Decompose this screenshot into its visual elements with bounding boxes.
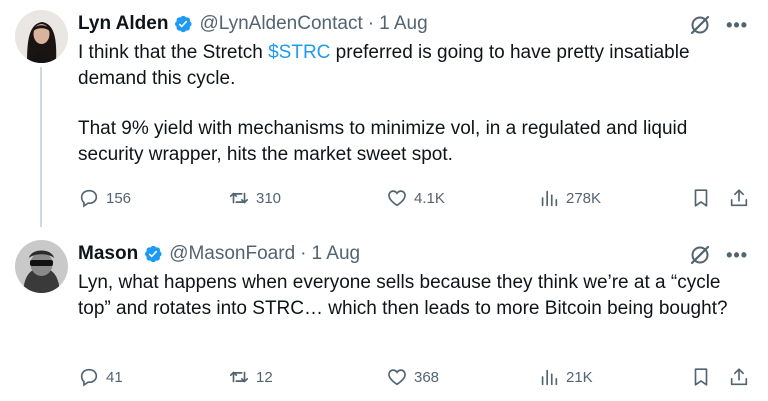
tweet-paragraph-1: I think that the Stretch $STRC preferred… <box>78 40 750 92</box>
bookmark-icon <box>694 189 708 207</box>
like-count: 4.1K <box>414 189 445 207</box>
author-handle[interactable]: @LynAldenContact <box>199 13 362 35</box>
retweet-button[interactable]: 310 <box>228 187 281 209</box>
tweet-top-icons: ••• <box>688 13 748 37</box>
bookmark-button[interactable] <box>690 366 712 388</box>
share-icon <box>730 189 748 207</box>
retweet-button[interactable]: 12 <box>228 366 273 388</box>
views-button[interactable]: 21K <box>538 366 593 388</box>
reply-icon <box>80 368 98 387</box>
bookmark-icon <box>694 368 708 386</box>
share-button[interactable] <box>728 187 750 209</box>
share-icon <box>730 368 748 386</box>
author-name[interactable]: Mason <box>78 243 138 265</box>
reply-count: 41 <box>106 368 123 386</box>
retweet-icon <box>229 371 249 383</box>
separator-dot: · <box>300 243 307 264</box>
tweet-text: Lyn, what happens when everyone sells be… <box>78 272 728 319</box>
separator-dot: · <box>367 13 375 34</box>
avatar-lyn-alden[interactable] <box>15 10 68 63</box>
like-icon <box>388 369 406 386</box>
grok-icon[interactable] <box>688 243 712 267</box>
tweet-header: Lyn Alden @LynAldenContact · 1 Aug <box>78 10 428 38</box>
retweet-count: 12 <box>256 368 273 386</box>
author-name[interactable]: Lyn Alden <box>78 13 168 35</box>
action-bar: 156 310 4.1K 278K <box>78 187 754 213</box>
retweet-count: 310 <box>256 189 282 207</box>
action-bar: 41 12 368 21K <box>78 366 754 392</box>
views-icon <box>541 190 558 207</box>
more-icon[interactable]: ••• <box>726 15 748 35</box>
share-button[interactable] <box>728 366 750 388</box>
avatar-mason[interactable] <box>15 240 68 293</box>
cashtag-link[interactable]: $STRC <box>268 42 330 63</box>
grok-icon[interactable] <box>688 13 712 37</box>
tweet-text: I think that the Stretch $STRC preferred… <box>78 40 750 168</box>
like-button[interactable]: 4.1K <box>386 187 445 209</box>
view-count: 278K <box>566 189 602 207</box>
tweet-lyn-alden[interactable]: Lyn Alden @LynAldenContact · 1 Aug ••• I… <box>0 0 768 230</box>
reply-count: 156 <box>106 189 132 207</box>
tweet-date[interactable]: 1 Aug <box>311 243 360 265</box>
like-count: 368 <box>414 368 440 386</box>
author-handle[interactable]: @MasonFoard <box>169 243 295 265</box>
view-count: 21K <box>566 368 593 386</box>
thread-line <box>40 67 42 227</box>
verified-badge-icon <box>145 245 162 263</box>
reply-button[interactable]: 156 <box>78 187 131 209</box>
text-segment: I think that the Stretch <box>78 42 269 63</box>
views-button[interactable]: 278K <box>538 187 601 209</box>
verified-badge-icon <box>175 15 192 33</box>
tweet-mason[interactable]: Mason @MasonFoard · 1 Aug ••• Lyn, what … <box>0 230 768 401</box>
like-button[interactable]: 368 <box>386 366 439 388</box>
more-icon[interactable]: ••• <box>726 245 748 265</box>
reply-button[interactable]: 41 <box>78 366 123 388</box>
like-icon <box>388 190 406 207</box>
reply-icon <box>80 189 98 208</box>
tweet-header: Mason @MasonFoard · 1 Aug <box>78 240 360 268</box>
retweet-icon <box>229 192 249 204</box>
tweet-top-icons: ••• <box>688 243 748 267</box>
tweet-paragraph-2: That 9% yield with mechanisms to minimiz… <box>78 118 688 165</box>
views-icon <box>541 369 558 386</box>
bookmark-button[interactable] <box>690 187 712 209</box>
tweet-date[interactable]: 1 Aug <box>379 13 428 35</box>
